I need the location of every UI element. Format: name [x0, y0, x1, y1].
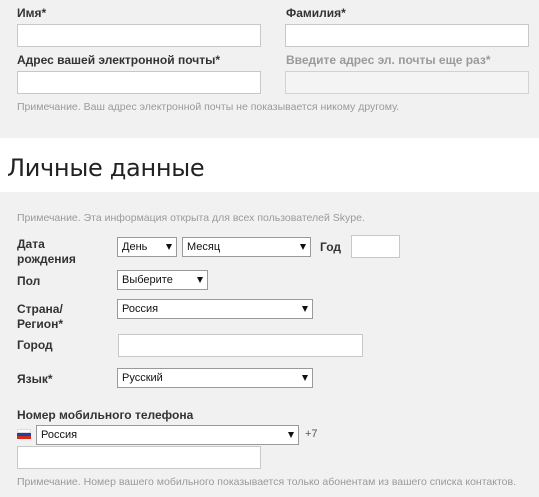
- personal-note: Примечание. Эта информация открыта для в…: [17, 212, 365, 224]
- country-label-line2: Регион*: [17, 317, 64, 331]
- russia-flag-icon: [17, 429, 31, 439]
- email-confirm-label: Введите адрес эл. почты еще раз*: [286, 53, 491, 67]
- first-name-input[interactable]: [17, 24, 261, 47]
- last-name-label: Фамилия*: [286, 6, 346, 20]
- language-label: Язык*: [17, 372, 53, 386]
- email-note: Примечание. Ваш адрес электронной почты …: [17, 101, 400, 113]
- birth-year-input[interactable]: [351, 235, 400, 258]
- flag-stripe-red: [17, 436, 31, 439]
- phone-note: Примечание. Номер вашего мобильного пока…: [17, 476, 516, 488]
- chevron-down-icon: [288, 432, 294, 438]
- city-label: Город: [17, 338, 53, 352]
- birth-day-value: День: [122, 241, 148, 253]
- country-value: Россия: [122, 303, 159, 315]
- birth-day-select[interactable]: День: [117, 237, 177, 257]
- email-label: Адрес вашей электронной почты*: [17, 53, 221, 67]
- birthdate-label-line1: Дата: [17, 237, 45, 251]
- country-label-line1: Страна/: [17, 302, 63, 316]
- birth-year-label: Год: [320, 240, 341, 254]
- country-label: Страна/ Регион*: [17, 302, 63, 332]
- birth-month-value: Месяц: [187, 241, 221, 253]
- chevron-down-icon: [302, 306, 308, 312]
- gender-select[interactable]: Выберите: [117, 270, 208, 290]
- chevron-down-icon: [166, 244, 172, 250]
- section-title: Личные данные: [7, 154, 205, 182]
- phone-country-select[interactable]: Россия: [36, 425, 299, 445]
- language-select[interactable]: Русский: [117, 368, 313, 388]
- city-input[interactable]: [118, 334, 363, 357]
- language-value: Русский: [122, 372, 163, 384]
- chevron-down-icon: [300, 244, 306, 250]
- email-confirm-input[interactable]: [285, 71, 529, 94]
- phone-country-code: +7: [305, 428, 318, 440]
- birthdate-label-line2: рождения: [17, 252, 76, 266]
- phone-input[interactable]: [17, 446, 261, 469]
- country-select[interactable]: Россия: [117, 299, 313, 319]
- phone-label: Номер мобильного телефона: [17, 408, 194, 422]
- birth-month-select[interactable]: Месяц: [182, 237, 311, 257]
- first-name-label: Имя*: [17, 6, 47, 20]
- gender-label: Пол: [17, 274, 41, 288]
- email-input[interactable]: [17, 71, 261, 94]
- birthdate-label: Дата рождения: [17, 237, 76, 267]
- chevron-down-icon: [197, 277, 203, 283]
- chevron-down-icon: [302, 375, 308, 381]
- gender-value: Выберите: [122, 274, 173, 286]
- last-name-input[interactable]: [285, 24, 529, 47]
- phone-country-value: Россия: [41, 429, 78, 441]
